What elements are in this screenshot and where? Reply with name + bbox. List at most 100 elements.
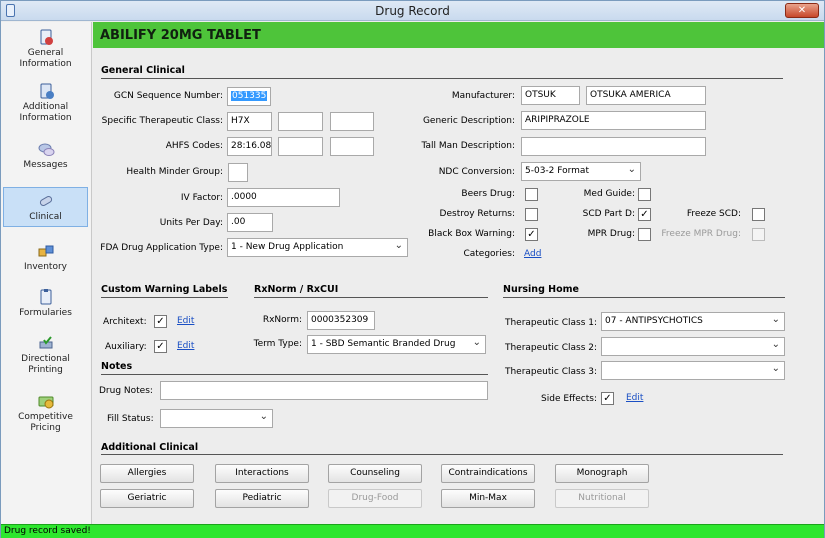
ahfs-input-2[interactable] [278,137,323,156]
sidebar-item-label: Formularies [19,308,72,318]
document-badge-icon [40,83,54,99]
categories-add-link[interactable]: Add [524,249,541,259]
categories-label: Categories: [463,249,515,259]
custom-warning-rule [101,297,228,298]
min-max-button[interactable]: Min-Max [441,489,535,508]
nursing-home-rule [503,297,785,298]
destroy-returns-label: Destroy Returns: [439,209,515,219]
therapeutic-class-1-select[interactable]: 07 - ANTIPSYCHOTICS ⌄ [601,312,785,331]
notes-rule [101,374,488,375]
drug-title: ABILIFY 20MG TABLET [100,28,261,43]
sidebar-item-directional-printing[interactable]: Directional Printing [3,334,88,380]
auxiliary-checkbox[interactable]: ✓ [154,340,167,353]
stc-input-1[interactable]: H7X [227,112,272,131]
boxes-icon [38,245,53,257]
document-blue-icon [40,29,53,45]
capsule-pill-icon [39,196,52,206]
therapeutic-class-2-select[interactable]: ⌄ [601,337,785,356]
money-icon [38,396,53,409]
additional-clinical-rule [101,454,783,455]
sidebar-item-clinical[interactable]: Clinical [3,187,88,227]
ahfs-codes-label: AHFS Codes: [165,141,223,151]
rxnorm-rule [254,297,488,298]
freeze-scd-label: Freeze SCD: [686,209,741,219]
ndc-conversion-label: NDC Conversion: [438,167,515,177]
fill-status-label: Fill Status: [107,414,154,424]
nutritional-button[interactable]: Nutritional [555,489,649,508]
close-button[interactable]: ✕ [785,3,819,18]
monograph-button[interactable]: Monograph [555,464,649,483]
manufacturer-name-input[interactable]: OTSUKA AMERICA [586,86,706,105]
sidebar-item-general-information[interactable]: General Information [3,28,88,72]
iv-factor-label: IV Factor: [180,193,223,203]
rxnorm-label: RxNorm: [262,315,302,325]
contraindications-button[interactable]: Contraindications [441,464,535,483]
fda-application-type-select[interactable]: 1 - New Drug Application ⌄ [227,238,408,257]
freeze-scd-checkbox[interactable] [752,208,765,221]
architext-edit-link[interactable]: Edit [177,316,194,326]
drug-notes-label: Drug Notes: [99,386,153,396]
therapeutic-class-3-select[interactable]: ⌄ [601,361,785,380]
units-per-day-label: Units Per Day: [159,218,223,228]
auxiliary-edit-link[interactable]: Edit [177,341,194,351]
general-clinical-title: General Clinical [101,65,185,76]
sidebar-item-label: Messages [23,160,68,170]
health-minder-group-input[interactable] [228,163,248,182]
stc-input-3[interactable] [330,112,374,131]
scd-part-d-checkbox[interactable]: ✓ [638,208,651,221]
interactions-button[interactable]: Interactions [215,464,309,483]
drug-record-window: Drug Record ✕ General Information Additi… [0,0,825,538]
sidebar-item-competitive-pricing[interactable]: Competitive Pricing [3,392,88,438]
term-type-label: Term Type: [253,339,302,349]
status-text: Drug record saved! [4,526,91,536]
black-box-warning-checkbox[interactable]: ✓ [525,228,538,241]
document-list-icon [40,289,51,305]
term-type-select[interactable]: 1 - SBD Semantic Branded Drug ⌄ [307,335,486,354]
mpr-drug-label: MPR Drug: [587,229,635,239]
sidebar-item-label: Directional Printing [21,354,70,375]
drug-header: ABILIFY 20MG TABLET [93,22,824,48]
sidebar-item-formularies[interactable]: Formularies [3,288,88,324]
side-effects-checkbox[interactable]: ✓ [601,392,614,405]
manufacturer-code-input[interactable]: OTSUK [521,86,580,105]
drug-notes-input[interactable] [160,381,488,400]
geriatric-button[interactable]: Geriatric [100,489,194,508]
side-effects-edit-link[interactable]: Edit [626,393,643,403]
mpr-drug-checkbox[interactable] [638,228,651,241]
additional-clinical-title: Additional Clinical [101,442,199,453]
beers-drug-checkbox[interactable] [525,188,538,201]
sidebar-item-messages[interactable]: Messages [3,140,88,176]
sidebar-item-label: Inventory [24,262,67,272]
counseling-button[interactable]: Counseling [328,464,422,483]
chevron-down-icon: ⌄ [627,164,636,175]
status-bar: Drug record saved! [1,524,824,538]
rxnorm-title: RxNorm / RxCUI [254,284,339,295]
fda-application-type-label: FDA Drug Application Type: [100,243,223,253]
sidebar-item-inventory[interactable]: Inventory [3,242,88,278]
fill-status-select[interactable]: ⌄ [160,409,273,428]
generic-description-input[interactable]: ARIPIPRAZOLE [521,111,706,130]
drug-food-button[interactable]: Drug-Food [328,489,422,508]
units-per-day-input[interactable]: .00 [227,213,273,232]
pediatric-button[interactable]: Pediatric [215,489,309,508]
freeze-mpr-drug-checkbox[interactable] [752,228,765,241]
iv-factor-input[interactable]: .0000 [227,188,340,207]
printer-check-icon [39,336,52,349]
ahfs-input-3[interactable] [330,137,374,156]
sidebar-item-additional-information[interactable]: Additional Information [3,82,88,126]
nursing-home-title: Nursing Home [503,284,579,295]
rxnorm-input[interactable]: 0000352309 [307,311,375,330]
gcn-sequence-input[interactable]: 051335 [227,87,271,106]
specific-therapeutic-class-label: Specific Therapeutic Class: [101,116,223,126]
title-bar: Drug Record ✕ [1,1,824,21]
ahfs-input-1[interactable]: 28:16.08 [227,137,272,156]
architext-checkbox[interactable]: ✓ [154,315,167,328]
ndc-conversion-select[interactable]: 5-03-2 Format ⌄ [521,162,641,181]
med-guide-checkbox[interactable] [638,188,651,201]
tall-man-description-input[interactable] [521,137,706,156]
stc-input-2[interactable] [278,112,323,131]
architext-label: Architext: [103,317,147,327]
allergies-button[interactable]: Allergies [100,464,194,483]
destroy-returns-checkbox[interactable] [525,208,538,221]
beers-drug-label: Beers Drug: [461,189,515,199]
